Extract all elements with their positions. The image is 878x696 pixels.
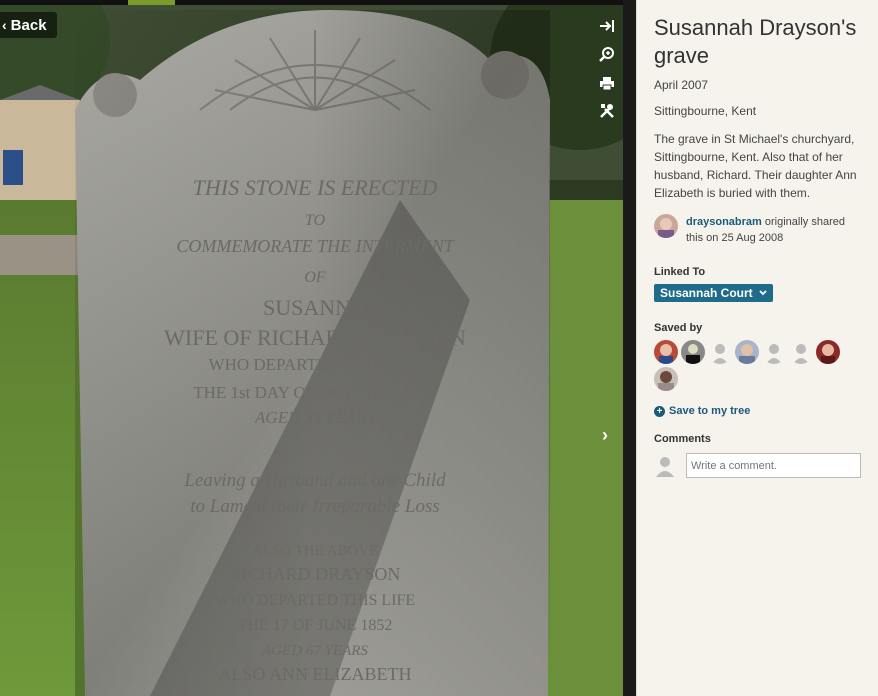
comment-input[interactable] (686, 453, 861, 478)
chevron-left-icon: ‹ (2, 17, 7, 33)
photo-place: Sittingbourne, Kent (654, 104, 757, 118)
zoom-icon (599, 47, 614, 62)
inscription-line: THE 17 OF JUNE 1852 (238, 617, 393, 634)
top-strip (0, 0, 623, 5)
saved-by-label: Saved by (654, 322, 703, 334)
inscription-line: TO (305, 212, 326, 229)
photo-viewer: THIS STONE IS ERECTED TO COMMEMORATE THE… (0, 0, 623, 696)
details-panel: Susannah Drayson's grave April 2007 Sitt… (636, 0, 878, 696)
sharer-info: draysonabram originally shared this on 2… (654, 214, 864, 246)
chevron-right-icon: › (602, 424, 608, 445)
plus-circle-icon: + (654, 405, 665, 417)
inscription-line: WHO DEPARTED THIS LIFE (215, 592, 415, 609)
photo-description: The grave in St Michael's churchyard, Si… (654, 132, 857, 200)
photo-date: April 2007 (654, 78, 709, 92)
avatar-placeholder-icon[interactable] (789, 340, 813, 364)
panel-divider (623, 0, 636, 696)
inscription-line: RICHARD DRAYSON (230, 564, 401, 584)
inscription-line: THIS STONE IS ERECTED (193, 175, 438, 200)
zoom-button[interactable] (594, 42, 620, 66)
back-button[interactable]: ‹ Back (0, 12, 57, 38)
next-photo-button[interactable]: › (596, 424, 614, 446)
avatar-placeholder-icon[interactable] (708, 340, 732, 364)
inscription-line: ALSO ANN ELIZABETH (219, 664, 412, 684)
save-to-tree-link[interactable]: + Save to my tree (654, 405, 864, 417)
sharer-text: draysonabram originally shared this on 2… (686, 214, 864, 246)
linked-to-label: Linked To (654, 266, 706, 278)
inscription-line: WIFE OF RICHARD DRAYSON (164, 325, 466, 350)
gravestone-photo: THIS STONE IS ERECTED TO COMMEMORATE THE… (0, 0, 623, 696)
linked-person-name: Susannah Court (660, 286, 753, 300)
collapse-panel-icon (600, 20, 614, 32)
inscription-line: COMMEMORATE THE INTERMENT (176, 236, 455, 256)
tools-button[interactable] (594, 99, 620, 123)
collapse-panel-button[interactable] (594, 14, 620, 38)
inscription-line: Leaving a Husband and one Child (183, 470, 446, 491)
print-button[interactable] (594, 71, 620, 95)
tools-icon (600, 104, 614, 118)
avatar[interactable] (654, 214, 678, 238)
avatar-placeholder-icon[interactable] (762, 340, 786, 364)
inscription-line: SUSANNA (263, 295, 367, 320)
linked-person-button[interactable]: Susannah Court (654, 284, 773, 302)
avatar[interactable] (681, 340, 705, 364)
top-strip-accent (128, 0, 175, 5)
page-title: Susannah Drayson's grave (654, 15, 857, 68)
inscription-line: AGED 39 YEARS (254, 408, 375, 427)
comment-row (654, 453, 864, 478)
chevron-down-icon (759, 290, 767, 296)
user-placeholder-icon (656, 456, 674, 477)
inscription-line: THE 1st DAY OF OCTOBER 1823 (193, 383, 437, 402)
inscription-line: AGED 67 YEARS (261, 643, 368, 659)
comments-label: Comments (654, 433, 711, 445)
print-icon (600, 76, 614, 90)
inscription-line: WHO DEPARTED THIS LIFE (209, 355, 422, 374)
inscription-line: OF (304, 269, 326, 286)
avatar[interactable] (654, 340, 678, 364)
inscription-line: ALSO THE ABOVE (252, 543, 378, 559)
avatar[interactable] (735, 340, 759, 364)
inscription-line: to Lament their Irreparable Loss (190, 496, 439, 517)
avatar[interactable] (816, 340, 840, 364)
saved-by-avatars (654, 340, 844, 391)
back-label: Back (10, 16, 47, 34)
sharer-name-link[interactable]: draysonabram (686, 216, 762, 228)
save-to-tree-label: Save to my tree (669, 405, 751, 417)
avatar[interactable] (654, 367, 678, 391)
